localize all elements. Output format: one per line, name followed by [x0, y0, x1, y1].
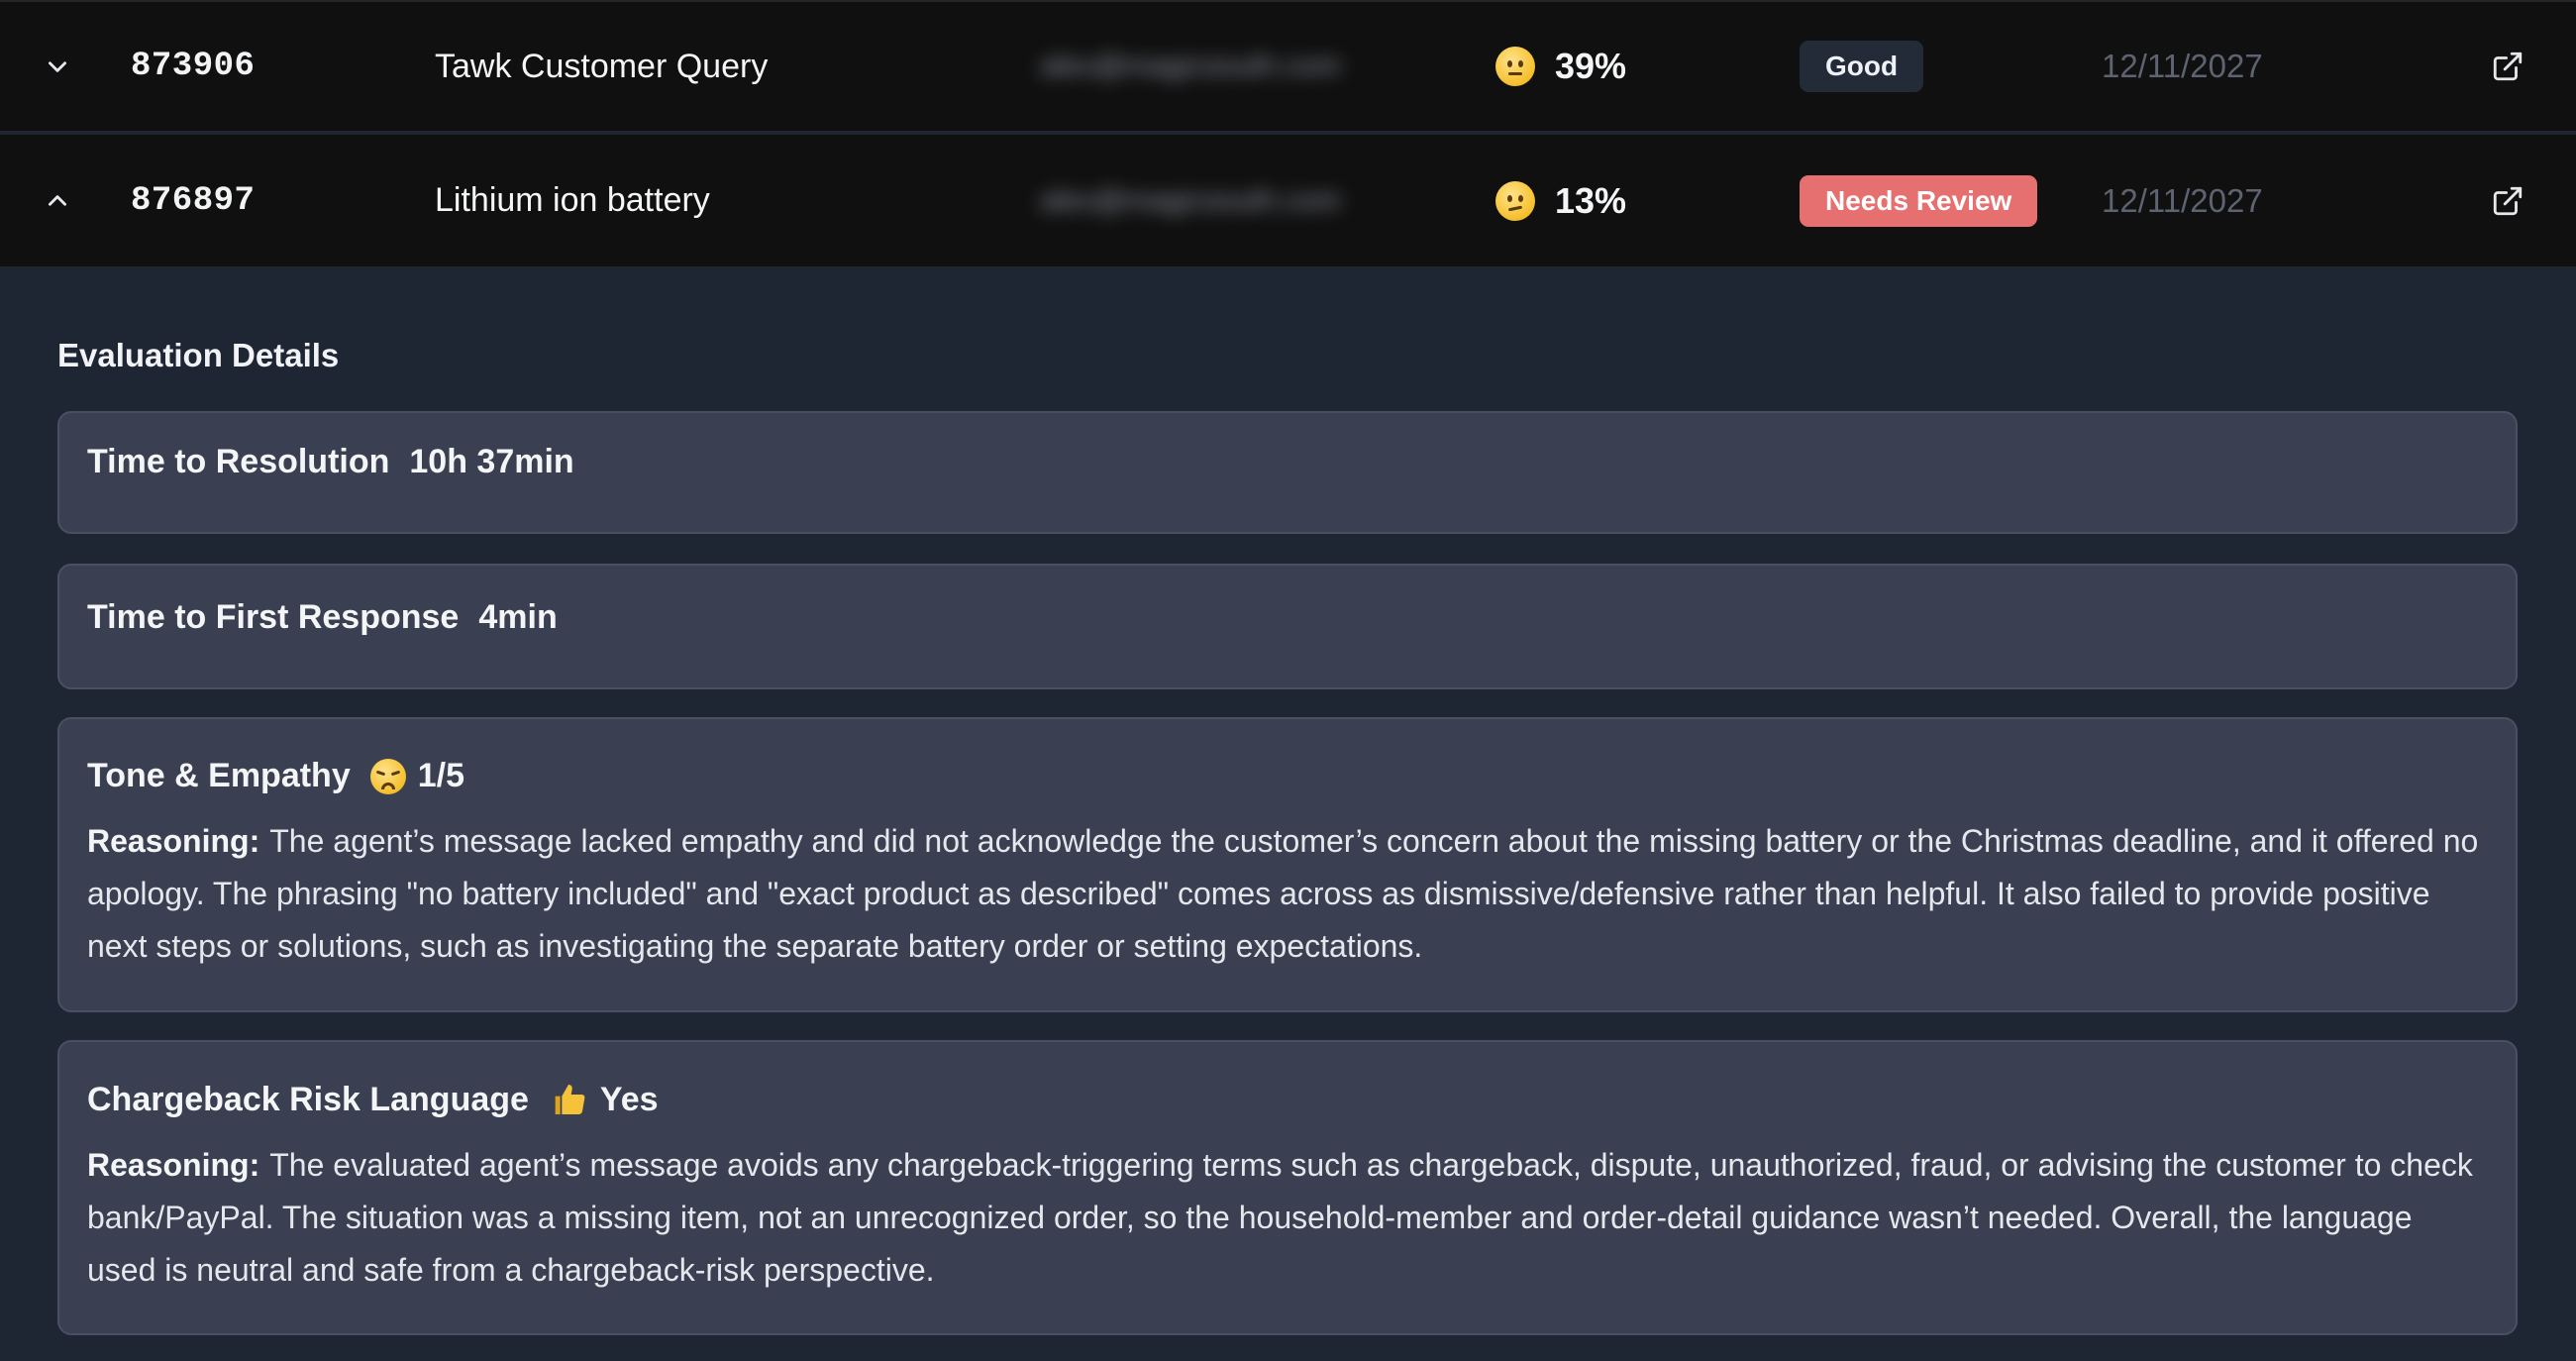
ticket-subject: Tawk Customer Query [435, 47, 769, 85]
reasoning-body: The evaluated agent’s message avoids any… [87, 1147, 2473, 1288]
collapse-row-button[interactable] [40, 135, 75, 266]
metric-label: Time to Resolution [87, 443, 390, 480]
time-to-resolution-card: Time to Resolution 10h 37min [57, 411, 2518, 534]
expand-row-button[interactable] [40, 2, 75, 131]
metric-value-group: Yes [549, 1080, 659, 1119]
external-link-icon [2493, 52, 2523, 81]
table-row[interactable]: 873906 Tawk Customer Query alex@magicsou… [0, 0, 2576, 132]
disappointed-face-icon [369, 758, 406, 794]
card-header: Chargeback Risk Language Yes [87, 1080, 2488, 1119]
customer-email-text: alex@magicsouth.com [1040, 183, 1341, 217]
status-badge: Needs Review [1800, 174, 2038, 227]
metric-value: 4min [478, 598, 558, 636]
open-ticket-button[interactable] [2488, 2, 2527, 131]
metric-value: 10h 37min [409, 443, 574, 480]
table-row[interactable]: 876897 Lithium ion battery alex@magicsou… [0, 135, 2576, 267]
chevron-up-icon [49, 194, 66, 206]
reasoning-label: Reasoning: [87, 823, 260, 859]
time-to-first-response-card: Time to First Response 4min [57, 564, 2518, 689]
metric-value: Yes [599, 1080, 659, 1118]
metric-value-group: 1/5 [369, 757, 464, 795]
customer-email: alex@magicsouth.com [1040, 135, 1416, 266]
card-header: Tone & Empathy 1/5 [87, 757, 2488, 795]
metric-label: Chargeback Risk Language [87, 1080, 529, 1118]
reasoning-text: Reasoning: The agent’s message lacked emp… [87, 815, 2488, 973]
status-cell: Good [1800, 2, 1924, 131]
status-badge: Good [1800, 41, 1924, 92]
card-header: Time to Resolution 10h 37min [87, 443, 2488, 481]
ticket-id: 873906 [131, 48, 256, 85]
status-cell: Needs Review [1800, 135, 2038, 266]
score-cell: 39% [1495, 2, 1626, 131]
reasoning-label: Reasoning: [87, 1147, 260, 1183]
details-title: Evaluation Details [57, 337, 340, 373]
ticket-date: 12/11/2027 [2102, 48, 2263, 84]
tone-empathy-card: Tone & Empathy 1/5 Reasoning: The agent’s… [57, 717, 2518, 1012]
ticket-date: 12/11/2027 [2102, 181, 2263, 219]
score-value: 39% [1555, 46, 1627, 86]
metric-label: Time to First Response [87, 598, 460, 636]
score-cell: 13% [1495, 135, 1626, 266]
confused-face-icon [1495, 180, 1535, 221]
open-ticket-button[interactable] [2488, 135, 2527, 266]
card-header: Time to First Response 4min [87, 598, 2488, 637]
metric-label: Tone & Empathy [87, 757, 351, 794]
reasoning-body: The agent’s message lacked empathy and d… [87, 823, 2479, 964]
thumbs-up-icon [555, 1085, 585, 1114]
customer-email: alex@magicsouth.com [1040, 2, 1416, 131]
reasoning-text: Reasoning: The evaluated agent’s message … [87, 1139, 2488, 1297]
external-link-icon [2493, 186, 2523, 215]
chargeback-risk-card: Chargeback Risk Language Yes Reasoning: T… [57, 1040, 2518, 1335]
customer-email-text: alex@magicsouth.com [1040, 50, 1341, 82]
ticket-id: 876897 [131, 181, 256, 220]
ticket-subject: Lithium ion battery [435, 181, 710, 219]
score-value: 13% [1555, 179, 1627, 221]
neutral-face-icon [1495, 47, 1535, 86]
chevron-down-icon [49, 61, 66, 72]
metric-value: 1/5 [417, 757, 464, 794]
